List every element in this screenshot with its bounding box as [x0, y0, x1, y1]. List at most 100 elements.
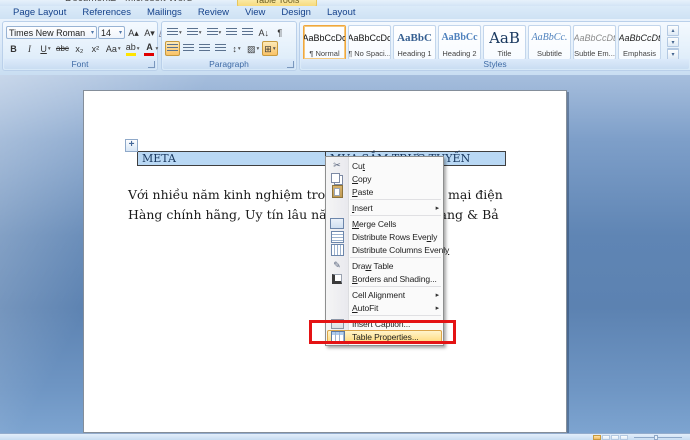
- multilevel-list-icon: [207, 28, 218, 37]
- align-left-button[interactable]: [165, 41, 180, 56]
- menu-item-cell-alignment[interactable]: Cell Alignment▸: [326, 288, 443, 301]
- full-screen-reading-view-button[interactable]: [602, 435, 610, 440]
- show-hide-formatting-icon: ¶: [277, 28, 282, 38]
- dropdown-arrow-icon[interactable]: ▾: [119, 29, 122, 36]
- gallery-scroll-up-button[interactable]: ▴: [667, 25, 679, 36]
- menu-item-distribute-columns-evenly[interactable]: Distribute Columns Evenly: [326, 243, 443, 256]
- justify-button[interactable]: [213, 41, 228, 56]
- web-layout-view-button[interactable]: [611, 435, 619, 440]
- table-cell[interactable]: META: [137, 151, 326, 166]
- menu-item-cut[interactable]: ✂Cut: [326, 159, 443, 172]
- borders-button[interactable]: ⊞▾: [262, 41, 277, 56]
- paragraph-group-label: Paragraph: [163, 59, 295, 69]
- submenu-arrow-icon: ▸: [436, 204, 439, 212]
- increase-indent-button[interactable]: [240, 25, 255, 40]
- tab-page-layout[interactable]: Page Layout: [8, 7, 71, 18]
- multilevel-list-button[interactable]: ▾: [205, 25, 224, 40]
- style-card-heading-1[interactable]: AaBbCHeading 1: [393, 25, 436, 60]
- show-hide-formatting-button[interactable]: ¶: [272, 25, 287, 40]
- style-sample: AaBbCcDc: [348, 26, 391, 49]
- font-name-combobox[interactable]: Times New Roman ▾: [6, 26, 97, 39]
- underline-button[interactable]: U▾: [38, 41, 53, 56]
- menu-item-copy[interactable]: Copy: [326, 172, 443, 185]
- menu-item-autofit[interactable]: AutoFit▸: [326, 301, 443, 314]
- sort-button[interactable]: A↓: [256, 25, 271, 40]
- change-case-button[interactable]: Aa▾: [104, 41, 123, 56]
- table-move-handle[interactable]: +: [125, 139, 138, 152]
- numbering-button[interactable]: ▾: [185, 25, 204, 40]
- menu-item-paste[interactable]: Paste: [326, 185, 443, 198]
- font-color-button[interactable]: A▾: [142, 41, 160, 56]
- borders-icon: ⊞: [264, 44, 272, 54]
- tab-mailings[interactable]: Mailings: [142, 7, 187, 18]
- status-bar: [0, 433, 690, 440]
- italic-button[interactable]: I: [22, 41, 37, 56]
- style-sample: AaB: [489, 26, 520, 49]
- style-card-label: Heading 1: [397, 49, 431, 58]
- subscript-button[interactable]: x₂: [72, 41, 87, 56]
- grow-font-button[interactable]: A▴: [126, 25, 141, 40]
- document-workspace: + METAMUA SẮM TRỰC TUYẾN Với nhiều năm k…: [0, 75, 690, 433]
- align-left-icon: [167, 44, 178, 53]
- style-card-emphasis[interactable]: AaBbCcDtEmphasis: [618, 25, 661, 60]
- menu-item-label: Cell Alignment: [352, 290, 405, 300]
- style-card-normal[interactable]: AaBbCcDc¶ Normal: [303, 25, 346, 60]
- dropdown-arrow-icon[interactable]: ▾: [91, 29, 94, 36]
- tab-view[interactable]: View: [240, 7, 270, 18]
- menu-separator: [350, 315, 441, 316]
- tab-layout[interactable]: Layout: [322, 7, 361, 18]
- zoom-slider[interactable]: [634, 437, 682, 438]
- dropdown-arrow-icon: ▾: [179, 30, 182, 36]
- grow-font-icon: A▴: [128, 28, 139, 38]
- superscript-button[interactable]: x²: [88, 41, 103, 56]
- decrease-indent-button[interactable]: [224, 25, 239, 40]
- align-center-button[interactable]: [181, 41, 196, 56]
- subscript-icon: x₂: [75, 44, 83, 54]
- dropdown-arrow-icon: ▾: [137, 46, 140, 52]
- font-color-color-bar: [144, 53, 154, 56]
- font-size-combobox[interactable]: 14 ▾: [98, 26, 125, 39]
- style-card-title[interactable]: AaBTitle: [483, 25, 526, 60]
- bullets-button[interactable]: ▾: [165, 25, 184, 40]
- paragraph-dialog-launcher[interactable]: [287, 61, 294, 68]
- document-table[interactable]: METAMUA SẮM TRỰC TUYẾN: [137, 151, 506, 166]
- style-sample: AaBbCc: [441, 26, 477, 49]
- bold-button[interactable]: B: [6, 41, 21, 56]
- tab-design[interactable]: Design: [276, 7, 316, 18]
- font-dialog-launcher[interactable]: [148, 61, 155, 68]
- tab-references[interactable]: References: [77, 7, 136, 18]
- menu-item-insert[interactable]: Insert▸: [326, 201, 443, 214]
- sort-icon: A↓: [259, 28, 270, 38]
- draft-view-button[interactable]: [620, 435, 628, 440]
- style-card-label: Subtle Em...: [574, 49, 615, 58]
- style-card-no-spaci[interactable]: AaBbCcDc¶ No Spaci...: [348, 25, 391, 60]
- justify-icon: [215, 44, 226, 53]
- word-window: Document2 - Microsoft Word Table Tools P…: [0, 0, 690, 440]
- document-paragraph-line: Hàng chính hãng, Uy tín lâu năm, Dịch vụ…: [128, 205, 503, 225]
- line-spacing-button[interactable]: ↕▾: [229, 41, 244, 56]
- gallery-scroll-down-button[interactable]: ▾: [667, 37, 679, 48]
- document-text[interactable]: Với nhiều năm kinh nghiệm trong lĩnh vực…: [128, 185, 503, 225]
- zoom-slider-thumb[interactable]: [654, 435, 658, 440]
- superscript-icon: x²: [92, 44, 100, 54]
- menu-item-borders-and-shading[interactable]: Borders and Shading...: [326, 272, 443, 285]
- shading-button[interactable]: ▨▾: [245, 41, 261, 56]
- menu-item-merge-cells[interactable]: Merge Cells: [326, 217, 443, 230]
- strikethrough-button[interactable]: abc: [54, 41, 71, 56]
- menu-item-draw-table[interactable]: ✎Draw Table: [326, 259, 443, 272]
- align-right-button[interactable]: [197, 41, 212, 56]
- dropdown-arrow-icon: ▾: [48, 46, 51, 52]
- menu-item-distribute-rows-evenly[interactable]: Distribute Rows Evenly: [326, 230, 443, 243]
- styles-group-label: Styles: [301, 59, 689, 69]
- menu-item-label: Cut: [352, 161, 365, 171]
- copy-icon: [331, 173, 340, 183]
- numbering-icon: [187, 28, 198, 37]
- print-layout-view-button[interactable]: [593, 435, 601, 440]
- tab-review[interactable]: Review: [193, 7, 234, 18]
- text-highlight-color-button[interactable]: ab▾: [124, 41, 142, 56]
- shrink-font-button[interactable]: A▾: [142, 25, 157, 40]
- increase-indent-icon: [242, 28, 253, 37]
- style-card-subtle-em[interactable]: AaBbCcDtSubtle Em...: [573, 25, 616, 60]
- style-card-subtitle[interactable]: AaBbCc.Subtitle: [528, 25, 571, 60]
- style-card-heading-2[interactable]: AaBbCcHeading 2: [438, 25, 481, 60]
